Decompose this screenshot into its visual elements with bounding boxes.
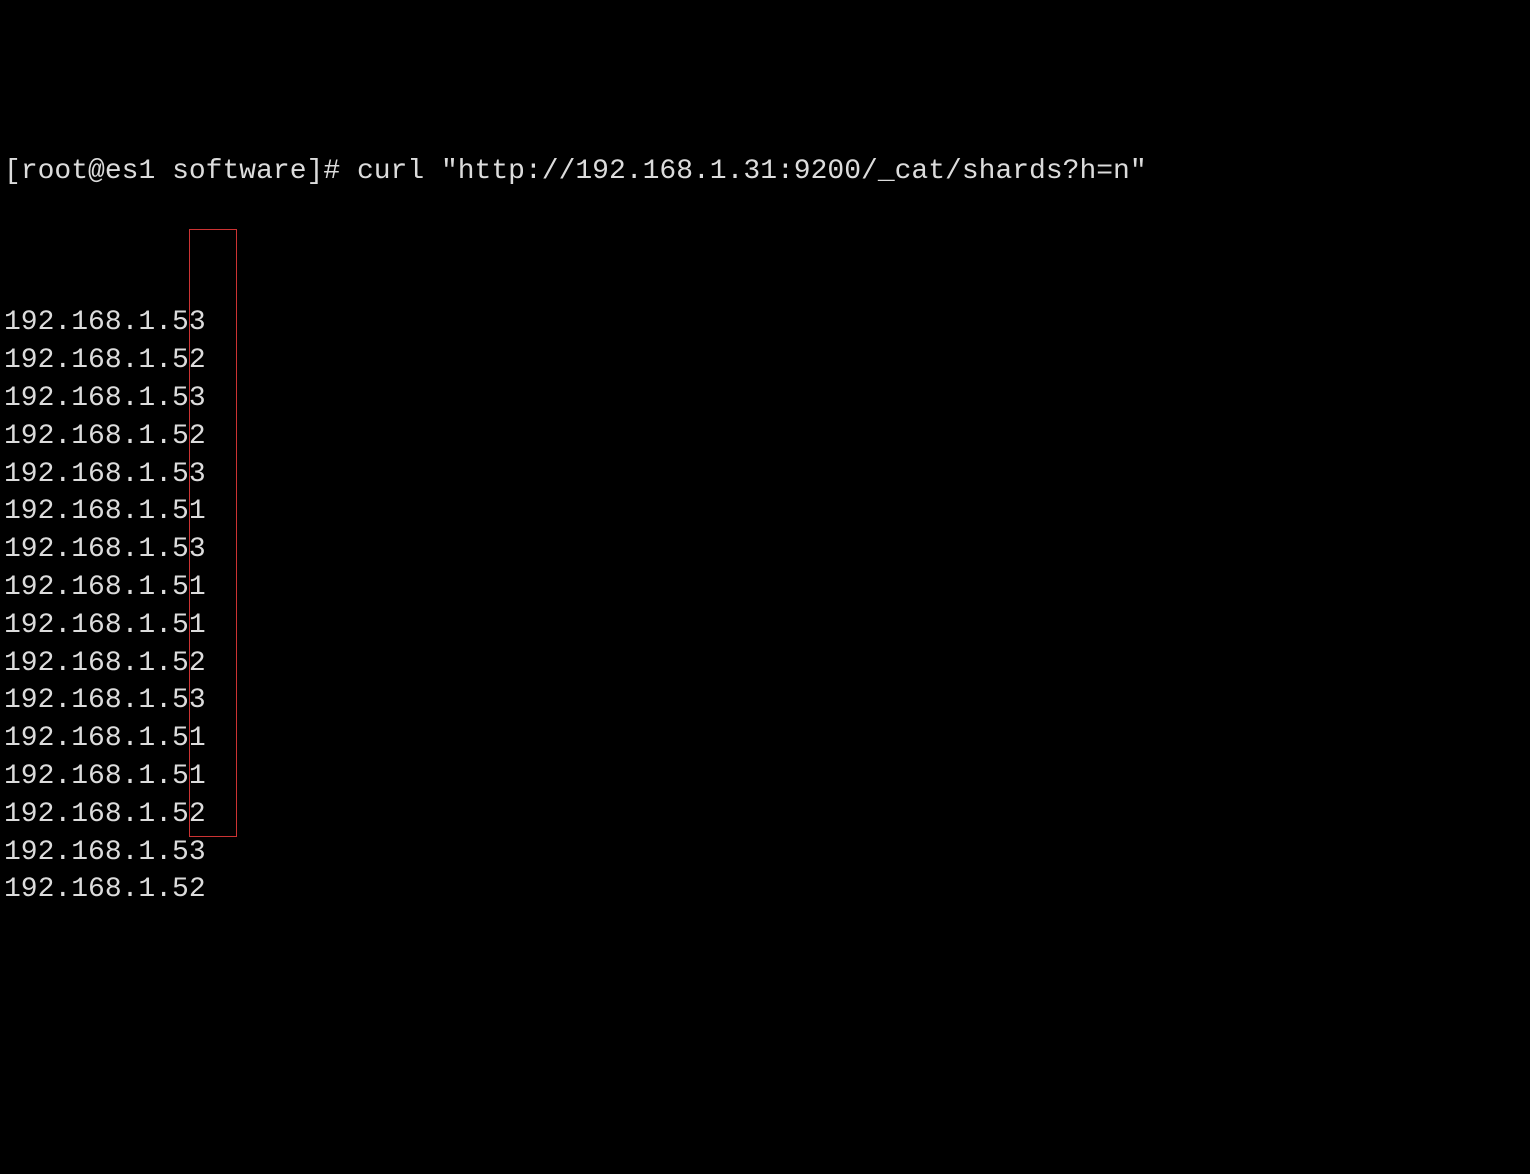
output-line: 192.168.1.53	[4, 304, 1526, 342]
output-line: 192.168.1.53	[4, 380, 1526, 418]
prompt-host: es1	[105, 156, 155, 187]
output-line: 192.168.1.53	[4, 682, 1526, 720]
command-output-block: 192.168.1.53192.168.1.52192.168.1.53192.…	[4, 229, 1526, 985]
output-line: 192.168.1.51	[4, 569, 1526, 607]
output-line: 192.168.1.52	[4, 796, 1526, 834]
prompt-user: root	[21, 156, 88, 187]
command-prompt-line[interactable]: [root@es1 software]# curl "http://192.16…	[4, 153, 1526, 191]
prompt-symbol: #	[323, 156, 340, 187]
output-line: 192.168.1.51	[4, 607, 1526, 645]
command-text: curl "http://192.168.1.31:9200/_cat/shar…	[357, 156, 1147, 187]
output-line: 192.168.1.51	[4, 720, 1526, 758]
output-line: 192.168.1.52	[4, 871, 1526, 909]
output-line: 192.168.1.53	[4, 531, 1526, 569]
prompt-directory: software	[172, 156, 306, 187]
output-line: 192.168.1.51	[4, 493, 1526, 531]
output-line: 192.168.1.53	[4, 834, 1526, 872]
output-line: 192.168.1.51	[4, 758, 1526, 796]
output-line: 192.168.1.52	[4, 645, 1526, 683]
output-line: 192.168.1.52	[4, 342, 1526, 380]
output-line: 192.168.1.53	[4, 456, 1526, 494]
output-line: 192.168.1.52	[4, 418, 1526, 456]
output-lines: 192.168.1.53192.168.1.52192.168.1.53192.…	[4, 304, 1526, 909]
